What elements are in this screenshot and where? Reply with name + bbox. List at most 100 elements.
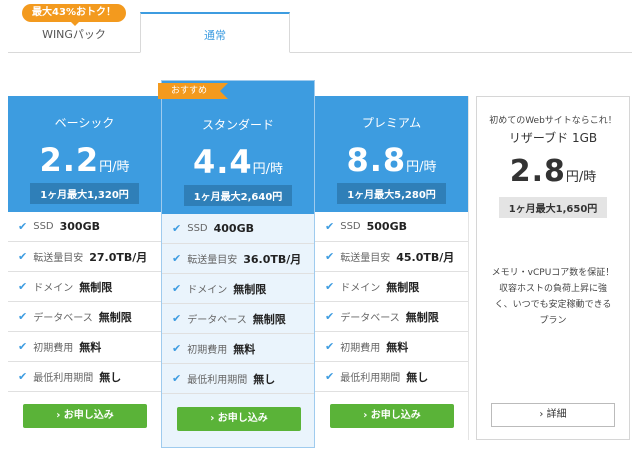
check-icon: ✔	[18, 340, 28, 353]
apply-button[interactable]: › お申し込み	[23, 404, 147, 428]
feature-value: 400GB	[213, 222, 254, 235]
feature-value: 36.0TB/月	[243, 252, 302, 266]
detail-button[interactable]: › 詳細	[491, 403, 615, 427]
feature-label: 初期費用	[187, 345, 228, 356]
feature-label: データベース	[340, 313, 400, 324]
check-icon: ✔	[325, 250, 335, 263]
feature-value: 無し	[99, 370, 122, 384]
check-icon: ✔	[172, 282, 182, 295]
tab-normal[interactable]: 通常	[140, 12, 290, 53]
check-icon: ✔	[172, 372, 182, 385]
feature-label: データベース	[187, 315, 247, 326]
feature-row: ✔ データベース 無制限	[162, 304, 314, 334]
plan-header: おすすめ スタンダード 4.4円/時 1ヶ月最大2,640円	[158, 81, 314, 214]
check-icon: ✔	[325, 220, 335, 233]
check-icon: ✔	[172, 222, 182, 235]
feature-row: ✔ データベース 無制限	[315, 302, 468, 332]
feature-label: ドメイン	[187, 285, 228, 296]
feature-row: ✔ 最低利用期間 無し	[8, 362, 161, 392]
price-value: 4.4	[192, 143, 253, 181]
price-unit: 円/時	[252, 162, 284, 177]
apply-button[interactable]: › お申し込み	[177, 407, 301, 431]
check-icon: ✔	[18, 310, 28, 323]
feature-row: ✔ 転送量目安 36.0TB/月	[162, 244, 314, 274]
feature-value: 無制限	[79, 280, 113, 294]
plan-price: 2.8円/時	[477, 154, 629, 189]
feature-list: ✔ SSD 500GB ✔ 転送量目安 45.0TB/月 ✔ ドメイン 無制限 ✔ データベー…	[315, 212, 468, 392]
check-icon: ✔	[172, 312, 182, 325]
discount-badge: 最大43%おトク！	[22, 4, 126, 26]
feature-value: 45.0TB/月	[396, 250, 455, 264]
feature-row: ✔ 転送量目安 27.0TB/月	[8, 242, 161, 272]
monthly-max-price: 1ヶ月最大2,640円	[183, 185, 293, 206]
feature-value: 無制限	[386, 280, 420, 294]
feature-label: SSD	[340, 221, 361, 232]
monthly-max-price: 1ヶ月最大5,280円	[337, 183, 446, 204]
price-unit: 円/時	[99, 160, 130, 175]
plan-card-standard: おすすめ スタンダード 4.4円/時 1ヶ月最大2,640円 ✔ SSD 400GB…	[158, 80, 315, 448]
price-value: 2.8	[509, 154, 566, 189]
price-value: 2.2	[39, 141, 100, 179]
feature-label: データベース	[33, 313, 93, 324]
check-icon: ✔	[18, 250, 28, 263]
feature-value: 無し	[253, 372, 276, 386]
feature-value: 300GB	[59, 220, 100, 233]
feature-value: 無料	[386, 340, 409, 354]
apply-button[interactable]: › お申し込み	[330, 404, 454, 428]
recommend-ribbon: おすすめ	[158, 83, 228, 99]
price-unit: 円/時	[406, 160, 437, 175]
feature-row: ✔ 最低利用期間 無し	[315, 362, 468, 392]
check-icon: ✔	[325, 370, 335, 383]
check-icon: ✔	[18, 280, 28, 293]
price-unit: 円/時	[565, 170, 597, 185]
feature-list: ✔ SSD 300GB ✔ 転送量目安 27.0TB/月 ✔ ドメイン 無制限 ✔ データベー…	[8, 212, 161, 392]
tab-wing-pack-label: WINGパック	[42, 28, 106, 41]
plan-name: スタンダード	[201, 118, 274, 132]
feature-label: 転送量目安	[340, 253, 391, 264]
feature-value: 無制限	[252, 312, 286, 326]
feature-row: ✔ 初期費用 無料	[315, 332, 468, 362]
check-icon: ✔	[325, 340, 335, 353]
plan-name: ベーシック	[54, 116, 115, 130]
plan-name: プレミアム	[361, 116, 422, 130]
feature-row: ✔ SSD 500GB	[315, 212, 468, 242]
tab-normal-label: 通常	[204, 29, 226, 42]
feature-row: ✔ ドメイン 無制限	[8, 272, 161, 302]
price-value: 8.8	[346, 141, 407, 179]
check-icon: ✔	[325, 310, 335, 323]
plan-card-reserved: 初めてのWebサイトならこれ！ リザーブド 1GB 2.8円/時 1ヶ月最大1,…	[476, 96, 630, 440]
plan-name: リザーブド 1GB	[508, 131, 598, 145]
feature-label: 初期費用	[33, 343, 74, 354]
plan-header: ベーシック 2.2円/時 1ヶ月最大1,320円	[8, 96, 161, 212]
feature-label: 転送量目安	[187, 255, 238, 266]
feature-label: ドメイン	[340, 283, 381, 294]
plan-card-premium: プレミアム 8.8円/時 1ヶ月最大5,280円 ✔ SSD 500GB ✔ 転送量目…	[315, 96, 469, 440]
feature-label: 初期費用	[340, 343, 381, 354]
plan-price: 2.2円/時	[8, 141, 161, 179]
monthly-max-price: 1ヶ月最大1,650円	[498, 197, 608, 218]
feature-value: 無制限	[405, 310, 439, 324]
feature-row: ✔ 初期費用 無料	[8, 332, 161, 362]
feature-row: ✔ 初期費用 無料	[162, 334, 314, 364]
check-icon: ✔	[18, 220, 28, 233]
feature-value: 無料	[233, 342, 256, 356]
feature-value: 無制限	[233, 282, 267, 296]
reserve-description: メモリ・vCPUコア数を保証！収容ホストの負荷上昇に強く、いつでも安定稼動できる…	[491, 268, 615, 326]
feature-value: 27.0TB/月	[89, 250, 148, 264]
check-icon: ✔	[325, 280, 335, 293]
feature-label: ドメイン	[33, 283, 74, 294]
feature-row: ✔ データベース 無制限	[8, 302, 161, 332]
feature-row: ✔ ドメイン 無制限	[315, 272, 468, 302]
feature-row: ✔ 転送量目安 45.0TB/月	[315, 242, 468, 272]
check-icon: ✔	[18, 370, 28, 383]
plan-header: プレミアム 8.8円/時 1ヶ月最大5,280円	[315, 96, 468, 212]
feature-row: ✔ SSD 300GB	[8, 212, 161, 242]
feature-label: 最低利用期間	[340, 373, 401, 384]
check-icon: ✔	[172, 342, 182, 355]
check-icon: ✔	[172, 252, 182, 265]
feature-label: 最低利用期間	[33, 373, 94, 384]
feature-label: 最低利用期間	[187, 375, 248, 386]
plan-card-basic: ベーシック 2.2円/時 1ヶ月最大1,320円 ✔ SSD 300GB ✔ 転送量目…	[8, 96, 162, 440]
feature-row: ✔ 最低利用期間 無し	[162, 364, 314, 394]
plan-price: 4.4円/時	[162, 143, 314, 181]
